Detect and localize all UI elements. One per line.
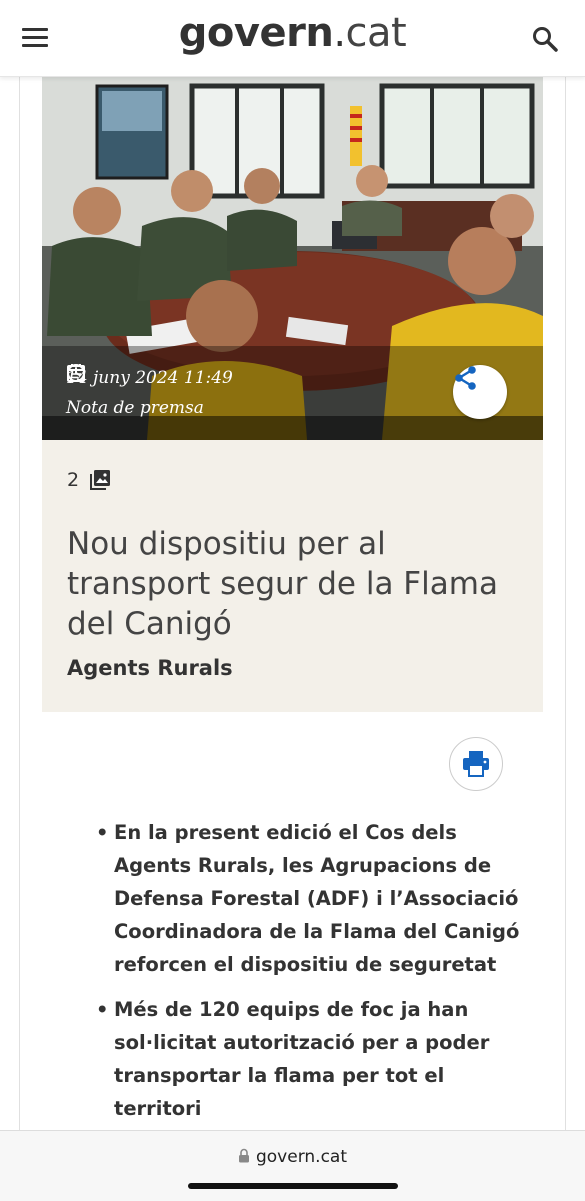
print-button[interactable]: [449, 737, 503, 791]
summary-list: • En la present edició el Cos dels Agent…: [96, 816, 536, 1137]
content-border-right: [565, 76, 566, 1130]
logo-dot: .: [333, 10, 346, 56]
top-bar: govern.cat: [0, 0, 585, 77]
summary-item: • Més de 120 equips de foc ja han sol·li…: [96, 993, 536, 1125]
url-text: govern.cat: [255, 1147, 347, 1167]
department-label[interactable]: Agents Rurals: [67, 656, 233, 680]
content-border-left: [19, 76, 20, 1130]
summary-text: En la present edició el Cos dels Agents …: [114, 821, 520, 976]
hero-meta: 14 juny 2024 11:49 Nota de premsa: [66, 363, 233, 423]
calendar-icon: [67, 364, 85, 382]
content-type: Nota de premsa: [66, 398, 204, 418]
publish-date: 14 juny 2024 11:49: [66, 368, 233, 388]
article-title: Nou dispositiu per al transport segur de…: [67, 526, 498, 642]
print-icon: [463, 751, 489, 777]
logo-bold-text: govern: [178, 10, 334, 56]
hero-photo[interactable]: 14 juny 2024 11:49 Nota de premsa: [42, 76, 543, 440]
url-display[interactable]: govern.cat: [0, 1147, 585, 1167]
summary-text: Més de 120 equips de foc ja han sol·lici…: [114, 998, 490, 1120]
lock-icon: [238, 1148, 249, 1163]
gallery-count: 2: [67, 469, 80, 491]
logo-light-text: cat: [345, 10, 407, 56]
browser-url-bar: govern.cat: [0, 1130, 585, 1201]
search-icon[interactable]: [531, 25, 559, 53]
article-header-card: 2 Nou dispositiu per al transport segur …: [42, 440, 543, 712]
summary-item: • En la present edició el Cos dels Agent…: [96, 816, 536, 981]
bullet-marker: •: [96, 821, 109, 844]
home-indicator[interactable]: [188, 1183, 398, 1189]
share-icon: [455, 366, 476, 390]
govern-cat-logo[interactable]: govern.cat: [0, 10, 585, 56]
photo-gallery-icon: [90, 470, 111, 490]
gallery-link[interactable]: 2: [67, 469, 111, 491]
bullet-marker: •: [96, 998, 109, 1021]
share-button[interactable]: [453, 365, 507, 419]
